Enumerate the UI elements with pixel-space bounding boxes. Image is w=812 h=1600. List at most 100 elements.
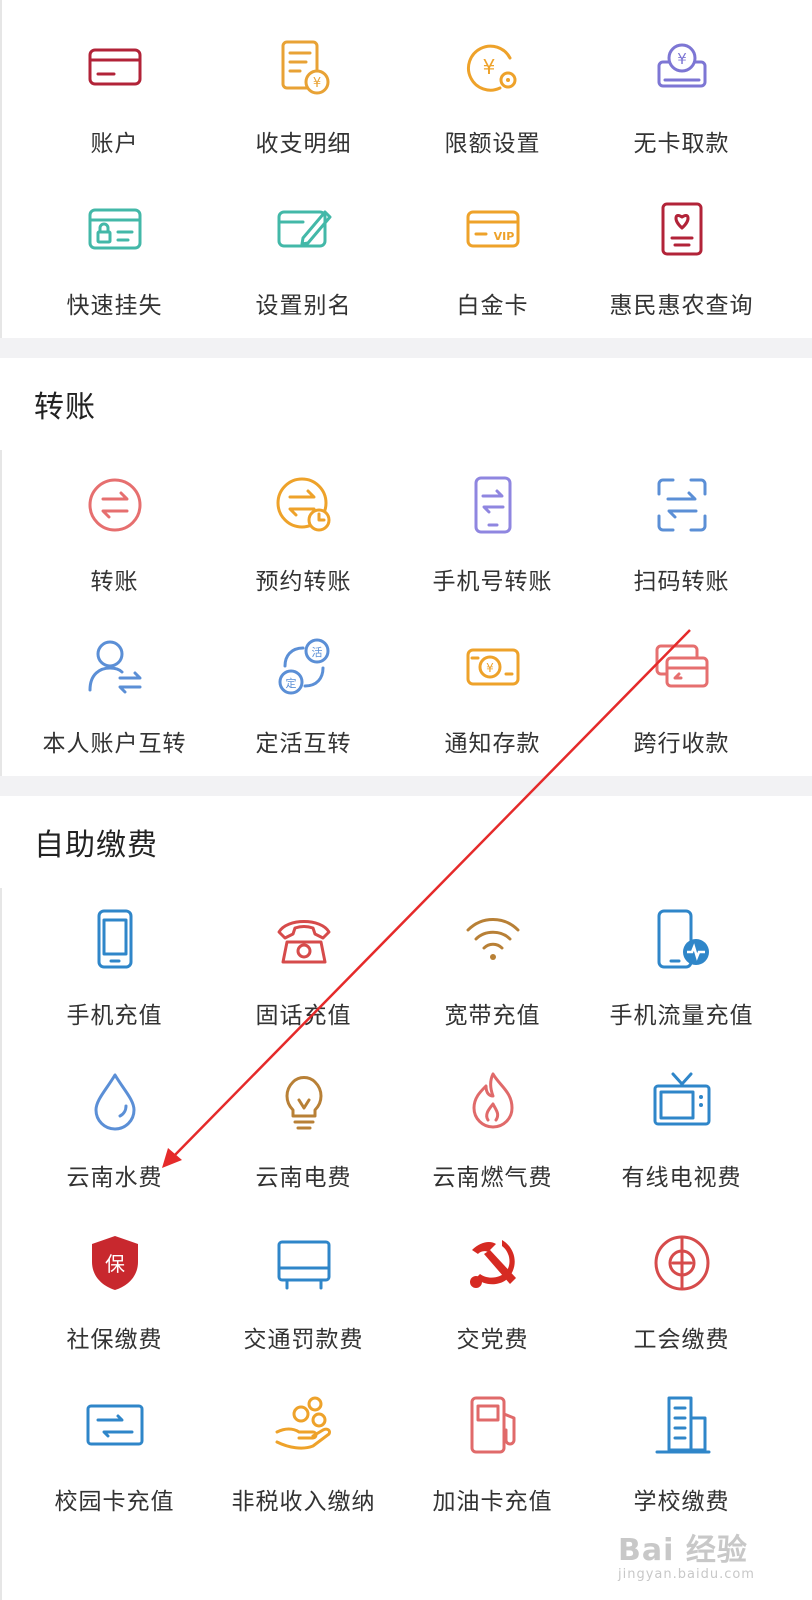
svg-text:活: 活 [311, 646, 322, 659]
svg-text:¥: ¥ [677, 50, 687, 68]
section-gap [0, 776, 812, 796]
tile-label: 通知存款 [444, 731, 541, 757]
tile-label: 无卡取款 [633, 131, 730, 157]
section-divider [0, 450, 2, 776]
tile-phone-transfer[interactable]: 手机号转账 [396, 462, 589, 627]
tile-school-building[interactable]: 学校缴费 [585, 1382, 778, 1547]
tile-wifi[interactable]: 宽带充值 [396, 896, 589, 1061]
tile-label: 学校缴费 [633, 1489, 730, 1515]
tile-edit-card[interactable]: 设置别名 [207, 186, 400, 351]
transfer-icon [84, 474, 146, 536]
payment-section: 自助缴费 手机充值 固话充值 宽带充值 手机流量充值云南水费 云南电费 云南燃气费 有线电视… [0, 796, 812, 1600]
tile-scan-transfer[interactable]: 扫码转账 [585, 462, 778, 627]
tile-telephone[interactable]: 固话充值 [207, 896, 400, 1061]
tv-icon [651, 1070, 713, 1132]
tile-tv[interactable]: 有线电视费 [585, 1058, 778, 1223]
statement-icon: ¥ [273, 36, 335, 98]
transfer-section-title: 转账 [34, 390, 96, 425]
tile-gas-station[interactable]: 加油卡充值 [396, 1382, 589, 1547]
svg-text:保: 保 [105, 1252, 125, 1276]
card-icon [84, 36, 146, 98]
tile-label: 手机充值 [66, 1003, 163, 1029]
tile-label: 固话充值 [255, 1003, 352, 1029]
section-divider [0, 0, 2, 338]
tile-vip-card[interactable]: VIP 白金卡 [396, 186, 589, 351]
tile-non-tax-payment[interactable]: 非税收入缴纳 [207, 1382, 400, 1547]
tile-lightbulb[interactable]: 云南电费 [207, 1058, 400, 1223]
tile-statement[interactable]: ¥ 收支明细 [207, 24, 400, 189]
tile-benefit-query[interactable]: 惠民惠农查询 [585, 186, 778, 351]
tile-label: 云南燃气费 [432, 1165, 553, 1191]
tile-label: 手机流量充值 [609, 1003, 754, 1029]
tile-campus-card[interactable]: 校园卡充值 [18, 1382, 211, 1547]
tile-label: 预约转账 [255, 569, 352, 595]
tile-label: 宽带充值 [444, 1003, 541, 1029]
tile-report-loss[interactable]: 快速挂失 [18, 186, 211, 351]
scheduled-transfer-icon [273, 474, 335, 536]
own-account-transfer-icon [84, 636, 146, 698]
scan-transfer-icon [651, 474, 713, 536]
interbank-collect-icon [651, 636, 713, 698]
tile-fixed-current-transfer[interactable]: 活定定活互转 [207, 624, 400, 789]
tile-label: 校园卡充值 [54, 1489, 175, 1515]
tile-own-account-transfer[interactable]: 本人账户互转 [18, 624, 211, 789]
tile-transfer[interactable]: 转账 [18, 462, 211, 627]
tile-label: 工会缴费 [633, 1327, 730, 1353]
tile-label: 本人账户互转 [42, 731, 187, 757]
tile-flame[interactable]: 云南燃气费 [396, 1058, 589, 1223]
tile-label: 交通罚款费 [243, 1327, 364, 1353]
baidu-jingyan-watermark: Bai 经验 jingyan.baidu.com [618, 1525, 755, 1582]
section-divider [0, 888, 2, 1600]
payment-section-title: 自助缴费 [34, 828, 158, 863]
tile-label: 云南水费 [66, 1165, 163, 1191]
tile-label: 定活互转 [255, 731, 352, 757]
social-security-shield-icon: 保 [84, 1232, 146, 1294]
benefit-query-icon [651, 198, 713, 260]
tile-card[interactable]: 账户 [18, 24, 211, 189]
tile-label: 账户 [90, 131, 139, 157]
fixed-current-transfer-icon: 活定 [273, 636, 335, 698]
svg-text:定: 定 [285, 676, 296, 690]
wifi-icon [462, 908, 524, 970]
limit-setting-icon: ¥ [462, 36, 524, 98]
phone-transfer-icon [462, 474, 524, 536]
tile-scheduled-transfer[interactable]: 预约转账 [207, 462, 400, 627]
tile-social-security-shield[interactable]: 保社保缴费 [18, 1220, 211, 1385]
campus-card-icon [84, 1394, 146, 1456]
tile-limit-setting[interactable]: ¥ 限额设置 [396, 24, 589, 189]
tile-label: 非税收入缴纳 [231, 1489, 376, 1515]
watermark-sub: jingyan.baidu.com [618, 1567, 755, 1582]
tile-label: 交党费 [456, 1327, 529, 1353]
watermark-main: Bai 经验 [618, 1533, 748, 1568]
tile-label: 白金卡 [456, 293, 529, 319]
tile-label: 转账 [90, 569, 139, 595]
tile-notice-deposit[interactable]: ¥ 通知存款 [396, 624, 589, 789]
tile-water-drop[interactable]: 云南水费 [18, 1058, 211, 1223]
tile-label: 设置别名 [255, 293, 352, 319]
tile-cardless-withdraw[interactable]: ¥ 无卡取款 [585, 24, 778, 189]
tile-label: 社保缴费 [66, 1327, 163, 1353]
party-emblem-icon [462, 1232, 524, 1294]
cardless-withdraw-icon: ¥ [651, 36, 713, 98]
water-drop-icon [84, 1070, 146, 1132]
tile-interbank-collect[interactable]: 跨行收款 [585, 624, 778, 789]
svg-text:¥: ¥ [482, 55, 495, 79]
traffic-fine-icon [273, 1232, 335, 1294]
tile-mobile-recharge[interactable]: 手机充值 [18, 896, 211, 1061]
svg-text:VIP: VIP [493, 230, 514, 243]
telephone-icon [273, 908, 335, 970]
vip-card-icon: VIP [462, 198, 524, 260]
tile-trade-union[interactable]: 工会缴费 [585, 1220, 778, 1385]
lightbulb-icon [273, 1070, 335, 1132]
tile-label: 扫码转账 [633, 569, 730, 595]
tile-party-emblem[interactable]: 交党费 [396, 1220, 589, 1385]
tile-label: 限额设置 [444, 131, 541, 157]
trade-union-icon [651, 1232, 713, 1294]
tile-label: 有线电视费 [621, 1165, 742, 1191]
tile-label: 云南电费 [255, 1165, 352, 1191]
tile-label: 跨行收款 [633, 731, 730, 757]
tile-mobile-data[interactable]: 手机流量充值 [585, 896, 778, 1061]
tile-traffic-fine[interactable]: 交通罚款费 [207, 1220, 400, 1385]
school-building-icon [651, 1394, 713, 1456]
section-gap [0, 338, 812, 358]
